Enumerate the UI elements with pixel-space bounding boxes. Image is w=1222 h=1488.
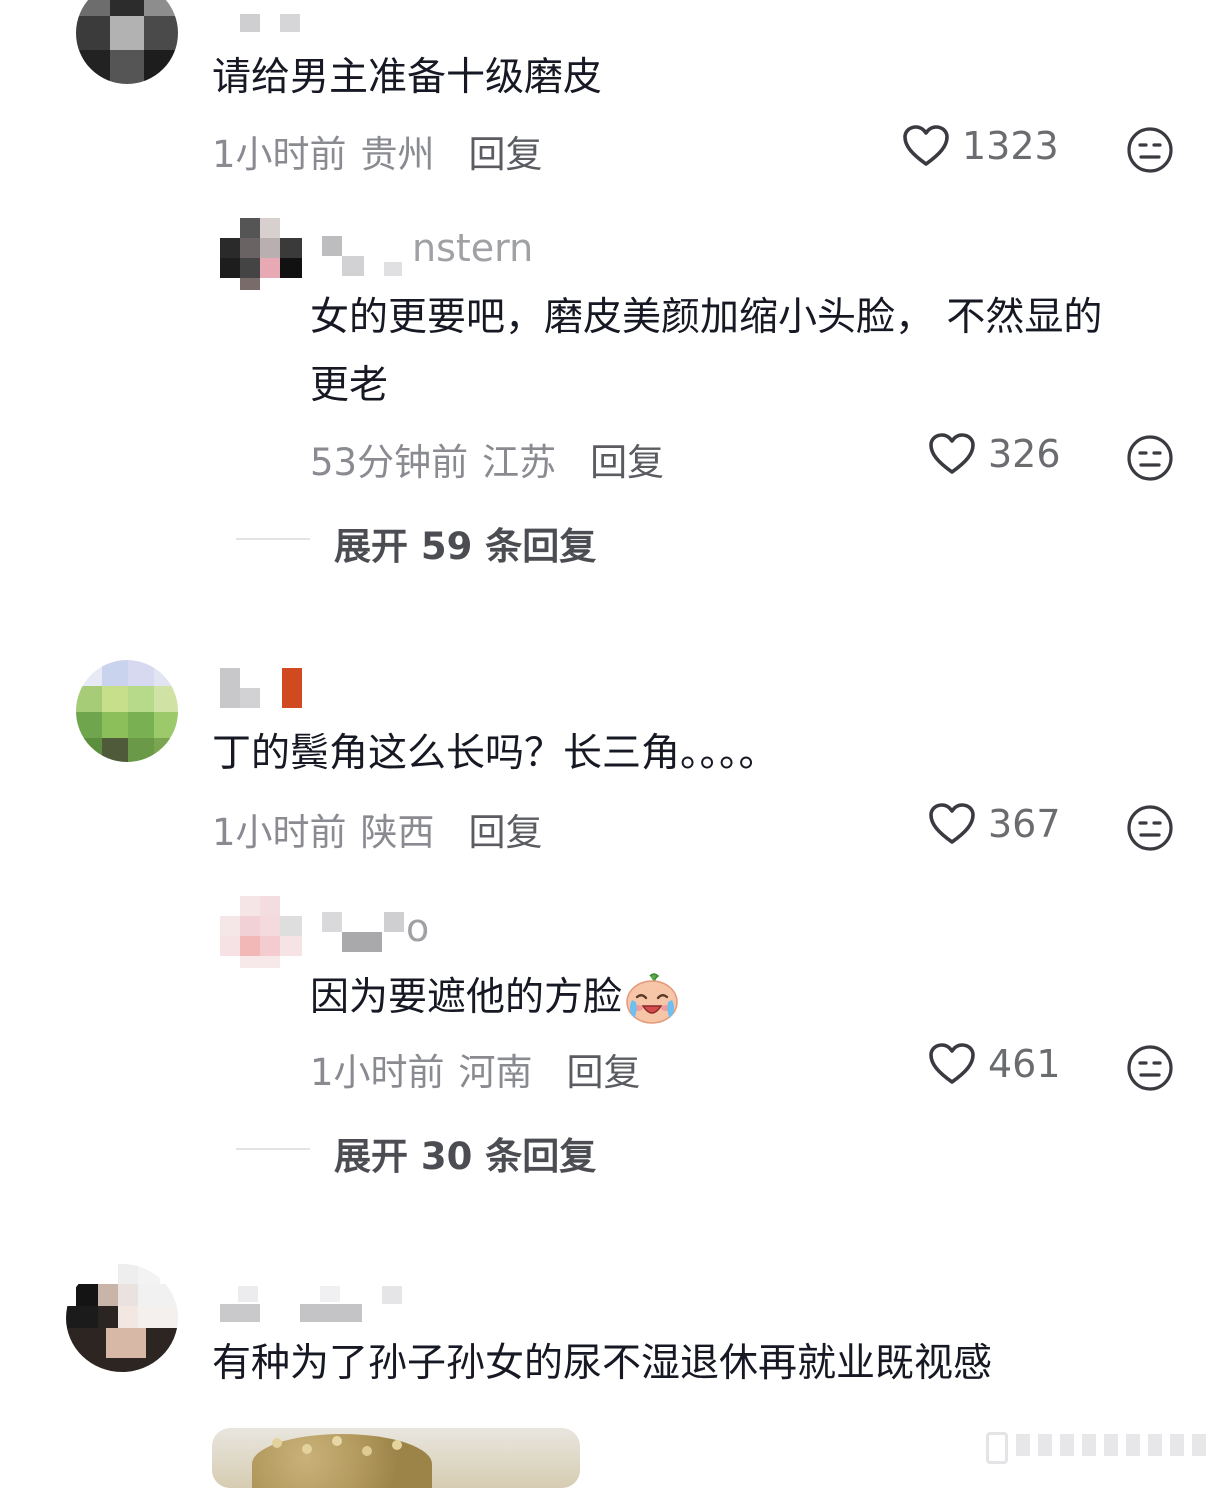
reply-button[interactable]: 回复 — [590, 432, 664, 486]
like-count: 367 — [988, 802, 1061, 846]
avatar-blurred[interactable] — [76, 660, 178, 762]
expand-replies-button[interactable]: 展开 59 条回复 — [334, 516, 596, 570]
reply-text: 女的更要吧，磨皮美颜加缩小头脸， 不然显的 — [310, 295, 1103, 340]
like-count: 461 — [988, 1042, 1061, 1086]
avatar-blurred[interactable] — [76, 0, 178, 84]
like-button[interactable]: 461 — [928, 1042, 1061, 1086]
reply-location: 河南 — [458, 1051, 533, 1094]
comment-location: 陕西 — [360, 811, 435, 854]
like-button[interactable]: 326 — [928, 432, 1061, 476]
like-count: 1323 — [962, 124, 1059, 168]
reply-text-line2: 更老 — [310, 363, 389, 408]
reply-button[interactable]: 回复 — [567, 1042, 641, 1096]
meh-face-icon[interactable] — [1126, 434, 1174, 482]
expand-divider — [236, 1148, 310, 1150]
heart-outline-icon — [903, 125, 949, 166]
comment-text: 有种为了孙子孙女的尿不湿退休再就业既视感 — [212, 1341, 993, 1386]
comment-time: 1小时前 — [212, 811, 347, 854]
avatar-blurred[interactable] — [66, 1264, 178, 1372]
reply-button[interactable]: 回复 — [469, 124, 543, 178]
expand-replies-button[interactable]: 展开 30 条回复 — [334, 1126, 596, 1180]
watermark-logo — [986, 1428, 1212, 1464]
like-button[interactable]: 367 — [928, 802, 1061, 846]
comment-location: 贵州 — [360, 133, 435, 176]
crying-laughing-emoji — [626, 973, 678, 1024]
meh-face-icon[interactable] — [1126, 126, 1174, 174]
comment-text: 请给男主准备十级磨皮 — [212, 55, 603, 100]
heart-outline-icon — [929, 1043, 975, 1084]
reply-location: 江苏 — [482, 441, 557, 484]
reply-avatar-blurred[interactable] — [220, 896, 302, 968]
reply-text: 因为要遮他的方脸 — [310, 975, 623, 1020]
like-count: 326 — [988, 432, 1061, 476]
meh-face-icon[interactable] — [1126, 1044, 1174, 1092]
reply-time: 1小时前 — [310, 1051, 445, 1094]
reply-time: 53分钟前 — [310, 441, 469, 484]
heart-outline-icon — [929, 433, 975, 474]
comment-image-thumbnail[interactable] — [212, 1428, 580, 1488]
like-button[interactable]: 1323 — [902, 124, 1059, 168]
meh-face-icon[interactable] — [1126, 804, 1174, 852]
comment-text: 丁的鬓角这么长吗？长三角。。。。 — [212, 731, 778, 776]
comment-time: 1小时前 — [212, 133, 347, 176]
expand-divider — [236, 538, 310, 540]
heart-outline-icon — [929, 803, 975, 844]
reply-button[interactable]: 回复 — [469, 802, 543, 856]
reply-avatar-blurred[interactable] — [220, 218, 302, 290]
